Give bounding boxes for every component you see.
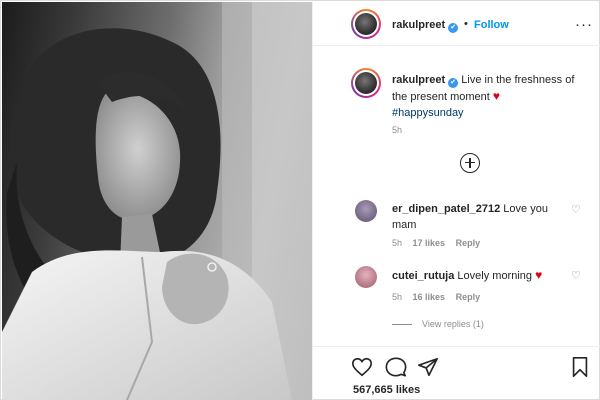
comment-text: Lovely morning: [457, 270, 533, 282]
comment-time: 5h: [392, 292, 403, 302]
heart-outline-icon[interactable]: [351, 356, 373, 378]
replies-divider: [392, 324, 412, 326]
caption-text-block: rakulpreet ✔ Live in the freshness of the…: [392, 72, 592, 121]
post-header: rakulpreet ✔ • Follow ···: [313, 2, 600, 46]
portrait-image: [2, 2, 312, 400]
caption-timestamp: 5h: [392, 125, 403, 135]
author-username-text[interactable]: rakulpreet: [392, 19, 445, 31]
comment-likes[interactable]: 17 likes: [413, 238, 446, 248]
commenter-username[interactable]: er_dipen_patel_2712: [392, 203, 500, 215]
verified-badge-icon: ✔: [448, 23, 459, 33]
post-details-panel: rakulpreet ✔ • Follow ··· rakulpreet ✔ Liv…: [312, 2, 600, 400]
verified-badge-icon: ✔: [448, 78, 459, 88]
comment-text-block: er_dipen_patel_2712 Love you mam: [392, 201, 552, 233]
caption-username[interactable]: rakulpreet: [392, 74, 445, 86]
follow-button[interactable]: Follow: [474, 19, 509, 31]
comment-bubble-icon[interactable]: [385, 356, 407, 378]
post-modal: rakulpreet ✔ • Follow ··· rakulpreet ✔ Liv…: [0, 0, 600, 400]
reply-button[interactable]: Reply: [456, 292, 481, 302]
comment-like-heart-icon[interactable]: ♡: [571, 269, 581, 282]
likes-count[interactable]: 567,665 likes: [353, 384, 420, 396]
author-avatar[interactable]: [351, 9, 381, 39]
commenter-username[interactable]: cutei_rutuja: [392, 270, 454, 282]
load-more-comments-icon[interactable]: [460, 153, 480, 173]
comment-meta: 5h 17 likes Reply: [392, 238, 488, 248]
view-replies-label[interactable]: View replies (1): [422, 319, 484, 329]
comment-time: 5h: [392, 238, 403, 248]
paper-plane-icon[interactable]: [417, 356, 439, 378]
view-replies-button[interactable]: View replies (1): [392, 319, 484, 329]
heart-emoji-icon: ♥: [535, 268, 543, 282]
hashtag-link[interactable]: #happysunday: [392, 107, 464, 119]
more-options-icon[interactable]: ···: [575, 16, 593, 33]
reply-button[interactable]: Reply: [456, 238, 481, 248]
bookmark-icon[interactable]: [569, 356, 591, 378]
author-username[interactable]: rakulpreet ✔: [392, 19, 459, 33]
comment-meta: 5h 16 likes Reply: [392, 292, 488, 302]
post-actions-bar: 567,665 likes: [313, 346, 600, 400]
commenter-avatar[interactable]: [355, 266, 377, 288]
comment-text-block: cutei_rutuja Lovely morning ♥: [392, 267, 552, 284]
heart-emoji-icon: ♥: [492, 89, 501, 103]
separator-dot: •: [464, 18, 468, 30]
comment-like-heart-icon[interactable]: ♡: [571, 203, 581, 216]
comment-likes[interactable]: 16 likes: [413, 292, 446, 302]
commenter-avatar[interactable]: [355, 200, 377, 222]
post-photo[interactable]: [2, 2, 312, 400]
caption-avatar[interactable]: [351, 68, 381, 98]
